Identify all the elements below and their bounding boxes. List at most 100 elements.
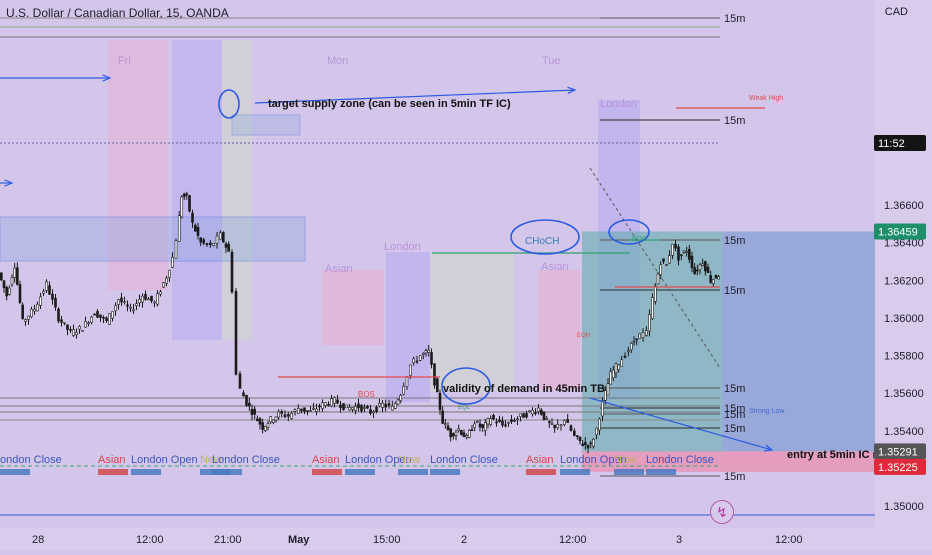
candle-body	[592, 438, 595, 447]
candle-body	[659, 264, 662, 275]
candle-body	[706, 266, 710, 273]
tf-label-8: 15m	[724, 471, 745, 483]
price-chart[interactable]: 15m15m15m15m15m15m15m15m15mtarget supply…	[0, 0, 932, 550]
candle-body	[132, 309, 135, 312]
session-strip-label-12: London Close	[646, 454, 714, 466]
candle-body	[452, 433, 455, 437]
bos-right-text: BOS	[632, 236, 647, 243]
candle-body	[436, 378, 439, 393]
candle-body	[159, 291, 162, 295]
candle-body	[227, 244, 230, 252]
session-box-1	[172, 40, 222, 340]
y-tick-2: 1.36200	[884, 275, 924, 287]
candle-body	[507, 421, 510, 424]
candle-body	[120, 297, 123, 303]
candle-body	[57, 308, 60, 322]
candle-body	[209, 242, 212, 246]
candle-body	[72, 329, 75, 336]
candle-body	[682, 250, 686, 253]
tf-label-7: 15m	[724, 423, 745, 435]
candle-body	[690, 255, 694, 269]
candle-body	[156, 293, 159, 305]
candle-body	[478, 423, 482, 428]
candle-body	[96, 311, 99, 318]
session-strip-bar-1	[98, 469, 128, 475]
candle-body	[16, 267, 19, 285]
candle-body	[300, 408, 303, 411]
candle-body	[378, 402, 381, 407]
symbol-title: U.S. Dollar / Canadian Dollar, 15, OANDA	[6, 6, 229, 20]
candle-body	[563, 420, 566, 425]
candle-body	[108, 313, 111, 325]
candle-body	[531, 410, 534, 415]
candle-body	[627, 350, 630, 353]
session-label-0: Fri	[118, 55, 131, 67]
session-label-6: Asian	[541, 261, 569, 273]
candle-body	[586, 444, 590, 449]
candle-body	[394, 403, 397, 409]
candle-body	[105, 317, 108, 322]
candle-body	[424, 350, 428, 354]
candle-body	[556, 424, 559, 429]
candle-body	[548, 421, 551, 423]
tf-label-0: 15m	[724, 13, 745, 25]
candle-body	[589, 442, 592, 445]
candle-body	[315, 408, 318, 412]
x-tick-2: 21:00	[214, 534, 242, 546]
candle-body	[601, 400, 604, 417]
candle-body	[222, 232, 225, 243]
candle-body	[617, 364, 620, 370]
candle-body	[415, 360, 419, 363]
y-tick-4: 1.35800	[884, 351, 924, 363]
session-strip-bar-9	[526, 469, 556, 475]
candle-body	[573, 430, 576, 436]
candle-body	[165, 277, 168, 284]
y-tick-8: 1.35000	[884, 501, 924, 513]
candle-body	[324, 402, 327, 406]
candle-body	[224, 243, 228, 248]
candle-body	[283, 414, 287, 418]
candle-body	[449, 428, 452, 438]
candle-body	[641, 332, 645, 338]
candle-body	[48, 285, 51, 295]
candle-body	[306, 410, 309, 412]
candle-body	[584, 442, 587, 446]
candle-body	[516, 418, 519, 421]
candle-body	[258, 418, 262, 425]
strong-low-text: Strong Low	[749, 408, 785, 415]
candle-body	[78, 326, 81, 330]
tf-label-4: 15m	[724, 383, 745, 395]
candle-body	[42, 291, 45, 294]
candle-body	[168, 269, 171, 278]
supply-note-text: target supply zone (can be seen in 5min …	[268, 98, 511, 110]
candle-body	[180, 196, 184, 218]
flash-icon[interactable]: ↯	[710, 500, 734, 524]
session-strip-bar-7	[398, 469, 428, 475]
candle-body	[714, 274, 718, 279]
candle-body	[174, 240, 178, 259]
price-badge-text-current: 11:52	[878, 138, 905, 150]
candle-body	[81, 330, 84, 332]
candle-body	[391, 406, 394, 411]
candle-body	[123, 301, 126, 303]
session-strip-bar-2	[131, 469, 161, 475]
candle-body	[366, 405, 369, 409]
candle-body	[595, 427, 598, 436]
session-strip-label-11: New	[614, 454, 636, 466]
candle-body	[473, 423, 476, 428]
session-strip-bar-10	[560, 469, 590, 475]
candle-body	[274, 416, 278, 421]
candle-body	[513, 419, 516, 422]
supply-zone-target	[231, 114, 301, 136]
candle-body	[93, 313, 96, 316]
candle-body	[651, 297, 654, 320]
chart-canvas[interactable]: 15m 15m 15m 15m 15m 15m 15m 15m 15m target supply…	[0, 0, 932, 550]
candle-body	[253, 408, 256, 415]
price-badge-text-entry: 1.35291	[878, 446, 918, 458]
candle-body	[665, 264, 668, 266]
candle-body	[492, 415, 495, 420]
candle-body	[677, 246, 680, 261]
x-tick-8: 12:00	[775, 534, 803, 546]
candle-body	[522, 413, 525, 418]
x-tick-6: 12:00	[559, 534, 587, 546]
